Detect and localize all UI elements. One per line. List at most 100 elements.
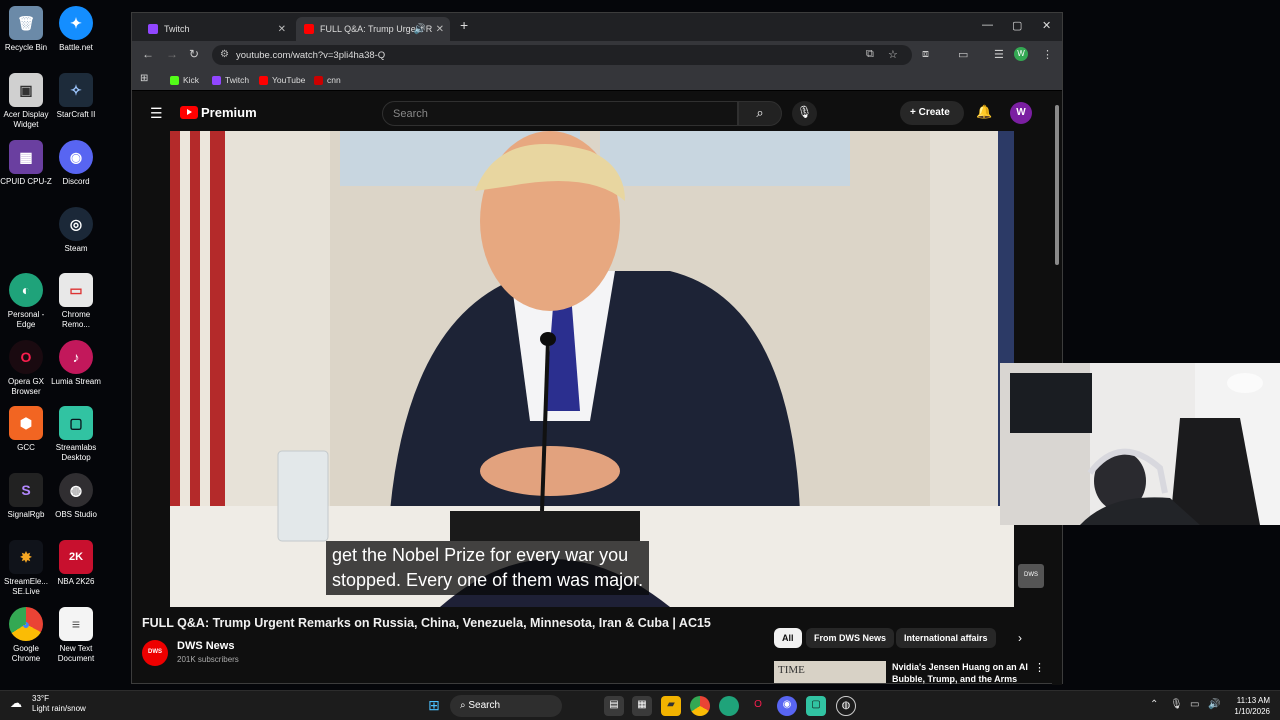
- microphone-tray-icon[interactable]: 🎙: [1170, 699, 1183, 710]
- apps-grid-icon[interactable]: ⊞: [140, 73, 148, 84]
- more-options-icon[interactable]: ⋮: [1034, 661, 1045, 674]
- desktop-icon-recycle-bin[interactable]: 🗑 Recycle Bin: [0, 6, 52, 53]
- address-bar[interactable]: ⚙ youtube.com/watch?v=3pli4ha38-Q: [212, 45, 912, 65]
- video-title: FULL Q&A: Trump Urgent Remarks on Russia…: [142, 616, 711, 630]
- obs-icon: ◍: [59, 473, 93, 507]
- desktop-icon-signalrgb[interactable]: S SignalRgb: [0, 473, 52, 520]
- desktop-icon-chrome[interactable]: ◕ Google Chrome: [0, 607, 52, 664]
- bookmark-twitch[interactable]: Twitch: [212, 75, 249, 85]
- back-icon[interactable]: ←: [142, 47, 154, 61]
- site-info-icon[interactable]: ⚙: [220, 49, 229, 60]
- bookmark-kick[interactable]: Kick: [170, 75, 199, 85]
- bookmark-star-icon[interactable]: ☆: [888, 48, 898, 61]
- file-explorer-icon[interactable]: ▰: [661, 696, 681, 716]
- forward-icon[interactable]: →: [166, 47, 178, 61]
- chip-from-channel[interactable]: From DWS News: [806, 628, 895, 648]
- desktop-icon-streamelements[interactable]: ✸ StreamEle... SE.Live: [0, 540, 52, 597]
- tab-twitch[interactable]: Twitch ✕: [140, 17, 292, 41]
- weather-widget[interactable]: ☁ 33°F Light rain/snow: [10, 694, 86, 714]
- minimize-icon[interactable]: —: [982, 19, 993, 31]
- desktop-icon-nba2k[interactable]: 2K NBA 2K26: [50, 540, 102, 587]
- search-button[interactable]: ⌕: [738, 101, 782, 126]
- close-tab-icon[interactable]: ✕: [436, 24, 444, 35]
- bookmark-cnn[interactable]: cnn: [314, 75, 341, 85]
- desktop-icon-label: SignalRgb: [7, 510, 45, 519]
- notifications-bell-icon[interactable]: 🔔: [976, 104, 992, 120]
- hamburger-menu-icon[interactable]: ☰: [150, 105, 163, 122]
- desktop-icon-label: Discord: [62, 177, 90, 186]
- widgets-icon[interactable]: ▦: [632, 696, 652, 716]
- profile-avatar[interactable]: W: [1014, 47, 1028, 61]
- desktop-icon-discord[interactable]: ◉ Discord: [50, 140, 102, 187]
- obs-taskbar-icon[interactable]: ◍: [836, 696, 856, 716]
- desktop-icon-text-document[interactable]: ≡ New Text Document: [50, 607, 102, 664]
- tray-chevron-up-icon[interactable]: ⌃: [1150, 699, 1158, 710]
- sidepanel-icon[interactable]: ▭: [958, 48, 968, 61]
- video-player[interactable]: get the Nobel Prize for every war you st…: [170, 131, 1014, 607]
- speaker-icon[interactable]: 🔊: [414, 24, 426, 35]
- desktop-icon-acer-display[interactable]: ▣ Acer Display Widget: [0, 73, 52, 130]
- recommendation-thumbnail[interactable]: TIME: [774, 661, 886, 683]
- recycle-bin-icon: 🗑: [9, 6, 43, 40]
- channel-name[interactable]: DWS News: [177, 640, 234, 652]
- chrome-taskbar-icon[interactable]: [690, 696, 710, 716]
- desktop-icon-label: StreamEle... SE.Live: [3, 577, 48, 596]
- chevron-right-icon[interactable]: ›: [1018, 631, 1022, 645]
- extensions-icon[interactable]: ⧈: [922, 48, 929, 61]
- chip-international-affairs[interactable]: International affairs: [896, 628, 996, 648]
- desktop-icon-opera-gx[interactable]: O Opera GX Browser: [0, 340, 52, 397]
- youtube-logo[interactable]: Premium: [180, 105, 257, 120]
- clock-time: 11:13 AM: [1236, 696, 1270, 705]
- desktop-icon-streamlabs[interactable]: ▢ Streamlabs Desktop: [50, 406, 102, 463]
- edge-taskbar-icon[interactable]: [719, 696, 739, 716]
- reload-icon[interactable]: ↻: [189, 47, 199, 61]
- create-button[interactable]: + Create: [900, 101, 964, 125]
- streamlabs-taskbar-icon[interactable]: ▢: [806, 696, 826, 716]
- weather-icon: ☁: [10, 696, 22, 710]
- plus-icon: +: [910, 107, 919, 118]
- kick-icon: [170, 75, 179, 85]
- chip-all[interactable]: All: [774, 628, 802, 648]
- desktop-icon-chrome-remote[interactable]: ▭ Chrome Remo...: [50, 273, 102, 330]
- cast-icon[interactable]: ⧉: [866, 48, 874, 61]
- desktop-icon-starcraft[interactable]: ✧ StarCraft II: [50, 73, 102, 120]
- scrollbar-thumb[interactable]: [1055, 105, 1059, 265]
- close-tab-icon[interactable]: ✕: [278, 24, 286, 35]
- desktop-icon-gcc[interactable]: ⬢ GCC: [0, 406, 52, 453]
- desktop-icon-label: Battle.net: [59, 43, 93, 52]
- starcraft-icon: ✧: [59, 73, 93, 107]
- menu-kebab-icon[interactable]: ⋮: [1042, 48, 1053, 61]
- network-icon[interactable]: ▭: [1190, 699, 1199, 710]
- taskbar-search[interactable]: ⌕ Search: [450, 695, 562, 717]
- desktop-icon-cpuz[interactable]: ▦ CPUID CPU-Z: [0, 140, 52, 187]
- account-avatar[interactable]: W: [1010, 102, 1032, 124]
- youtube-icon: [259, 75, 268, 85]
- bookmark-youtube[interactable]: YouTube: [259, 75, 305, 85]
- opera-taskbar-icon[interactable]: O: [748, 696, 768, 716]
- voice-search-button[interactable]: 🎙: [792, 101, 817, 126]
- task-view-icon[interactable]: ▤: [604, 696, 624, 716]
- desktop-icon-label: Opera GX Browser: [7, 377, 44, 396]
- desktop-icon-steam[interactable]: ◎ Steam: [50, 207, 102, 254]
- close-window-icon[interactable]: ✕: [1042, 19, 1051, 32]
- search-input[interactable]: Search: [382, 101, 738, 126]
- desktop-icon-obs[interactable]: ◍ OBS Studio: [50, 473, 102, 520]
- new-tab-icon[interactable]: +: [460, 17, 468, 33]
- volume-icon[interactable]: 🔊: [1208, 699, 1220, 710]
- caption-line-2: stopped. Every one of them was major.: [332, 570, 644, 590]
- desktop-icon-lumia[interactable]: ♪ Lumia Stream: [50, 340, 102, 387]
- maximize-icon[interactable]: ▢: [1012, 19, 1022, 32]
- tab-youtube[interactable]: FULL Q&A: Trump Urgent R 🔊 ✕: [296, 17, 450, 41]
- taskbar: ☁ 33°F Light rain/snow ⊞ ⌕ Search ▤ ▦ ▰ …: [0, 690, 1280, 720]
- desktop-icon-label: CPUID CPU-Z: [0, 177, 52, 186]
- recommendation-title[interactable]: Nvidia's Jensen Huang on an AI Bubble, T…: [892, 661, 1032, 685]
- cnn-icon: [314, 75, 323, 85]
- clock[interactable]: 11:13 AM 1/10/2026: [1226, 695, 1270, 717]
- reading-list-icon[interactable]: ☰: [994, 48, 1004, 61]
- desktop-icon-battlenet[interactable]: ✦ Battle.net: [50, 6, 102, 53]
- start-windows-icon[interactable]: ⊞: [424, 696, 444, 716]
- discord-taskbar-icon[interactable]: ◉: [777, 696, 797, 716]
- url-text: youtube.com/watch?v=3pli4ha38-Q: [236, 50, 386, 61]
- desktop-icon-edge[interactable]: ◐ Personal - Edge: [0, 273, 52, 330]
- channel-avatar[interactable]: DWS: [142, 640, 168, 666]
